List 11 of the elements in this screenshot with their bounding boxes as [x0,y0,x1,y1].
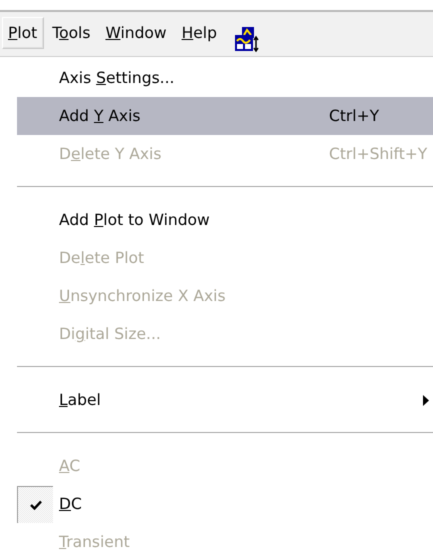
menu-item[interactable]: Label [17,381,433,419]
chart-window-icon[interactable] [234,26,260,52]
menu-item[interactable]: Add Y Axis Ctrl+Y [17,97,433,135]
menu-item[interactable]: DC [17,485,433,523]
menu-title[interactable]: Plot [2,17,44,49]
menu-item[interactable]: Axis Settings... [17,59,433,97]
menu-title[interactable]: Window [99,17,174,49]
menu-item[interactable]: Add Plot to Window [17,201,433,239]
menu-title[interactable]: Help [176,17,224,49]
menu-title[interactable]: Tools [46,17,98,49]
submenu-arrow-icon [423,395,429,406]
